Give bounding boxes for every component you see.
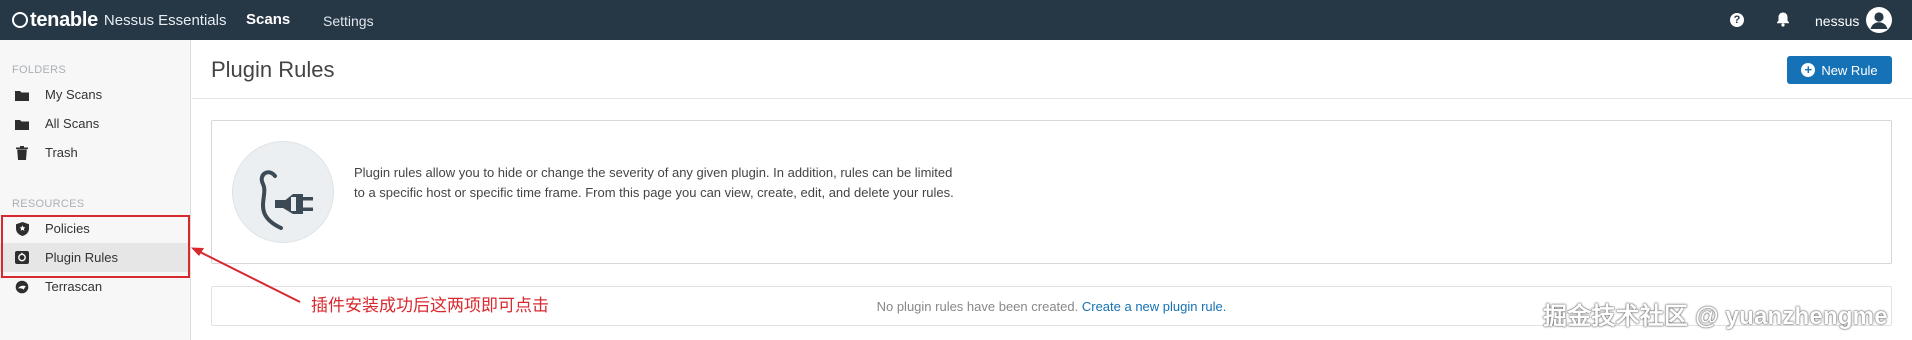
- user-menu-name[interactable]: nessus: [1815, 13, 1859, 29]
- folder-icon: [15, 88, 29, 102]
- sidebar-item-my-scans[interactable]: My Scans: [0, 80, 190, 109]
- plug-illustration-icon: [232, 141, 334, 243]
- plus-circle-icon: +: [1801, 63, 1816, 77]
- user-avatar-icon[interactable]: [1866, 7, 1892, 33]
- bell-icon[interactable]: [1775, 11, 1791, 27]
- annotation-highlight-box: [1, 215, 190, 278]
- sidebar-item-all-scans[interactable]: All Scans: [0, 109, 190, 138]
- nav-settings[interactable]: Settings: [323, 13, 374, 29]
- trash-icon: [15, 145, 29, 160]
- create-plugin-rule-link[interactable]: Create a new plugin rule.: [1082, 299, 1227, 314]
- sidebar-item-label: All Scans: [45, 116, 100, 131]
- plugin-rules-description: Plugin rules allow you to hide or change…: [354, 165, 954, 200]
- folder-icon: [15, 117, 29, 131]
- plugin-rules-info-panel: Plugin rules allow you to hide or change…: [211, 120, 1892, 264]
- help-icon[interactable]: ?: [1730, 13, 1744, 27]
- sidebar-item-label: My Scans: [45, 87, 103, 102]
- top-navigation-bar: tenable Nessus Essentials Scans Settings…: [0, 0, 1912, 40]
- folders-section-label: FOLDERS: [12, 64, 67, 76]
- title-divider: [192, 98, 1912, 99]
- tenable-logo[interactable]: tenable Nessus Essentials: [12, 8, 226, 32]
- logo-product: Nessus Essentials: [103, 11, 227, 29]
- page-title: Plugin Rules: [211, 57, 335, 82]
- sidebar: FOLDERS My Scans All Scans Trash RESOURC…: [0, 40, 191, 340]
- new-rule-button[interactable]: + New Rule: [1787, 56, 1892, 84]
- new-rule-label: New Rule: [1821, 62, 1878, 78]
- sidebar-item-trash[interactable]: Trash: [0, 138, 190, 167]
- logo-ring-icon: [12, 12, 28, 28]
- resources-section-label: RESOURCES: [12, 198, 85, 210]
- logo-brand: tenable: [30, 8, 98, 31]
- sidebar-item-label: Terrascan: [45, 279, 103, 294]
- sidebar-item-label: Trash: [45, 145, 78, 160]
- terrascan-icon: [15, 280, 29, 294]
- nav-scans[interactable]: Scans: [246, 11, 290, 28]
- annotation-text: 插件安装成功后这两项即可点击: [311, 296, 549, 315]
- empty-state-text: No plugin rules have been created.: [876, 299, 1079, 314]
- watermark: 掘金技术社区 @ yuanzhengme: [1543, 303, 1888, 330]
